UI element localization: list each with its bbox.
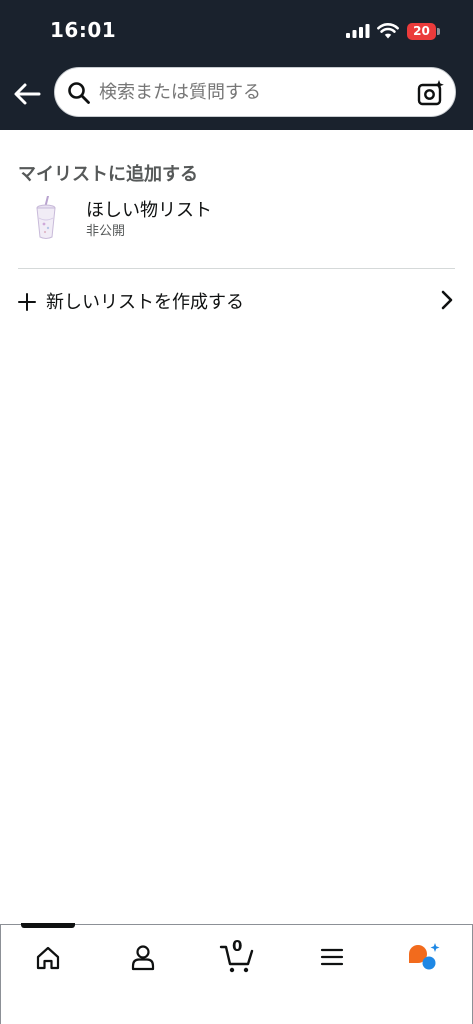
camera-sparkle-icon[interactable]	[417, 79, 445, 107]
list-privacy-label: 非公開	[86, 224, 126, 239]
header: 16:01 20	[0, 0, 473, 130]
wifi-icon	[377, 23, 399, 39]
cellular-signal-icon	[346, 24, 370, 38]
plus-icon	[18, 293, 36, 311]
hamburger-icon	[320, 948, 344, 966]
search-icon	[68, 82, 90, 104]
nav-assistant[interactable]	[405, 939, 445, 975]
nav-cart[interactable]: 0	[217, 937, 257, 975]
status-bar: 16:01 20	[0, 0, 473, 60]
home-icon	[36, 946, 60, 970]
page: 16:01 20 検索または質問する マイリストに追加する ほしい物リスト 非公…	[0, 0, 473, 1024]
battery-tip	[437, 28, 440, 35]
nav-account[interactable]	[123, 939, 163, 975]
nav-menu[interactable]	[312, 939, 352, 975]
list-item-wishlist[interactable]: ほしい物リスト 非公開	[18, 190, 455, 246]
list-name: ほしい物リスト	[86, 200, 212, 221]
cart-count: 0	[232, 937, 243, 955]
search-input[interactable]	[99, 77, 399, 107]
battery-indicator: 20	[407, 23, 440, 40]
status-time: 16:01	[50, 18, 117, 42]
battery-level: 20	[407, 23, 436, 40]
bottom-navigation: 0	[0, 923, 473, 1024]
person-icon	[131, 945, 155, 971]
assistant-sparkle-icon	[409, 943, 440, 970]
search-box[interactable]	[54, 67, 456, 117]
section-title: マイリストに追加する	[18, 164, 198, 185]
divider	[18, 268, 455, 269]
tumbler-cup-thumbnail	[36, 196, 56, 239]
chevron-right-icon	[441, 290, 453, 310]
nav-home[interactable]	[28, 939, 68, 975]
create-new-list-label: 新しいリストを作成する	[46, 292, 244, 313]
active-tab-indicator	[21, 923, 75, 928]
back-arrow-icon[interactable]	[12, 80, 42, 108]
create-new-list-button[interactable]: 新しいリストを作成する	[12, 280, 461, 322]
